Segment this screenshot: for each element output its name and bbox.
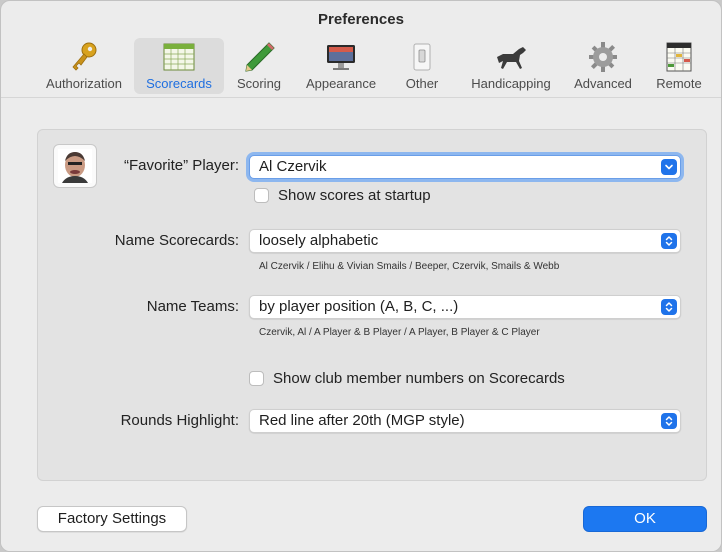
show-scores-checkbox[interactable] (254, 188, 269, 203)
tab-authorization[interactable]: Authorization (37, 38, 131, 94)
name-scorecards-label: Name Scorecards: (114, 232, 239, 249)
rounds-highlight-popup[interactable]: Red line after 20th (MGP style) (249, 409, 681, 433)
gear-icon (589, 42, 617, 72)
tab-scoring-label: Scoring (236, 76, 282, 91)
tab-scorecards[interactable]: Scorecards (134, 38, 224, 94)
updown-chevron-icon (661, 233, 677, 249)
tab-other-label: Other (405, 76, 439, 91)
favorite-player-popup[interactable]: Al Czervik (249, 155, 681, 179)
chevron-down-icon (661, 159, 677, 175)
favorite-player-value: Al Czervik (259, 158, 327, 175)
tab-advanced[interactable]: Advanced (567, 38, 639, 94)
tab-other[interactable]: Other (398, 38, 446, 94)
name-teams-popup[interactable]: by player position (A, B, C, ...) (249, 295, 681, 319)
name-teams-hint: Czervik, Al / A Player & B Player / A Pl… (259, 327, 540, 338)
tab-advanced-label: Advanced (574, 76, 632, 91)
name-scorecards-popup[interactable]: loosely alphabetic (249, 229, 681, 253)
preferences-window: Preferences Authorization Scorecards Sco… (0, 0, 722, 552)
name-scorecards-value: loosely alphabetic (259, 232, 379, 249)
player-photo-icon (58, 149, 92, 183)
pencil-icon (245, 42, 275, 72)
monitor-icon (327, 45, 355, 70)
show-scores-label: Show scores at startup (278, 187, 431, 204)
factory-settings-button[interactable]: Factory Settings (37, 506, 187, 532)
rounds-highlight-label: Rounds Highlight: (120, 412, 239, 429)
remote-scorecard-icon (666, 42, 692, 72)
club-numbers-checkbox[interactable] (249, 371, 264, 386)
tab-authorization-label: Authorization (46, 76, 122, 91)
tab-handicapping[interactable]: Handicapping (463, 38, 559, 94)
rounds-highlight-value: Red line after 20th (MGP style) (259, 412, 465, 429)
ok-button[interactable]: OK (583, 506, 707, 532)
updown-chevron-icon (661, 299, 677, 315)
tab-handicapping-label: Handicapping (471, 76, 551, 91)
tab-scoring[interactable]: Scoring (227, 38, 291, 94)
window-title: Preferences (318, 11, 404, 28)
club-numbers-label: Show club member numbers on Scorecards (273, 370, 565, 387)
preferences-toolbar: Authorization Scorecards Scoring Appeara… (1, 37, 721, 97)
key-icon (72, 42, 97, 71)
name-teams-value: by player position (A, B, C, ...) (259, 298, 459, 315)
name-teams-label: Name Teams: (146, 298, 239, 315)
tab-appearance[interactable]: Appearance (295, 38, 387, 94)
player-avatar[interactable] (53, 144, 97, 188)
updown-chevron-icon (661, 413, 677, 429)
scorecard-icon (163, 43, 195, 71)
switch-icon (413, 43, 431, 71)
tab-appearance-label: Appearance (305, 76, 377, 91)
tab-scorecards-label: Scorecards (146, 76, 212, 91)
favorite-player-label: “Favorite” Player: (123, 157, 239, 174)
tab-remote[interactable]: Remote (649, 38, 709, 94)
tab-remote-label: Remote (656, 76, 702, 91)
horse-icon (497, 47, 526, 69)
name-scorecards-hint: Al Czervik / Elihu & Vivian Smails / Bee… (259, 261, 560, 272)
